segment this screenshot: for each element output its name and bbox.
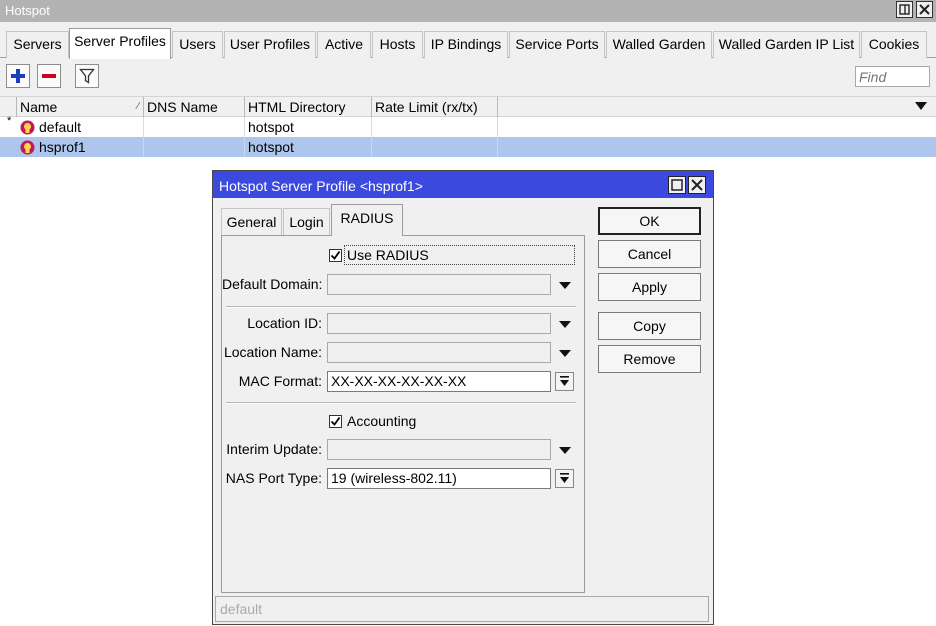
- location-name-label: Location Name:: [223, 344, 322, 360]
- mac-format-dropdown-button[interactable]: [555, 372, 574, 391]
- tab-servers[interactable]: Servers: [6, 31, 69, 58]
- tab-service-ports[interactable]: Service Ports: [509, 31, 605, 58]
- filter-icon: [79, 68, 95, 84]
- separator: [226, 306, 576, 308]
- location-id-input[interactable]: [327, 313, 551, 334]
- status-bar: default: [215, 596, 709, 622]
- use-radius-label[interactable]: Use RADIUS: [347, 247, 429, 263]
- filter-button[interactable]: [75, 64, 99, 88]
- cell-html-directory: hotspot: [245, 117, 372, 137]
- mac-format-select[interactable]: XX-XX-XX-XX-XX-XX: [327, 371, 551, 392]
- dialog-close-button[interactable]: [688, 176, 706, 194]
- tab-hosts[interactable]: Hosts: [372, 31, 423, 58]
- hotspot-profile-icon: [20, 120, 35, 135]
- default-domain-label: Default Domain:: [222, 276, 323, 292]
- default-marker: *: [7, 115, 12, 127]
- interim-update-input[interactable]: [327, 439, 551, 460]
- column-header-name[interactable]: Name ⁄: [17, 97, 144, 117]
- nas-port-type-label: NAS Port Type:: [225, 470, 322, 486]
- cell-name: default: [37, 117, 144, 137]
- checkmark-icon: [330, 250, 341, 260]
- sort-icon: ⁄: [137, 101, 139, 112]
- restore-icon: [899, 4, 910, 15]
- nas-port-type-select[interactable]: 19 (wireless-802.11): [327, 468, 551, 489]
- accounting-label[interactable]: Accounting: [347, 413, 416, 429]
- use-radius-checkbox[interactable]: [329, 249, 342, 262]
- cancel-button[interactable]: Cancel: [598, 240, 701, 268]
- default-domain-input[interactable]: [327, 274, 551, 295]
- accounting-checkbox[interactable]: [329, 415, 342, 428]
- restore-button[interactable]: [896, 1, 913, 18]
- checkmark-icon: [330, 416, 341, 426]
- cell-html-directory: hotspot: [245, 137, 372, 157]
- column-header-html-directory[interactable]: HTML Directory: [245, 97, 372, 117]
- table-header: Name ⁄ DNS Name HTML Directory Rate Limi…: [0, 96, 936, 117]
- header-marker-column: [0, 97, 17, 117]
- restore-icon: [671, 179, 683, 191]
- close-icon: [919, 4, 930, 15]
- apply-button[interactable]: Apply: [598, 273, 701, 301]
- dialog-tab-login[interactable]: Login: [283, 208, 330, 235]
- cell-dns-name: [144, 117, 245, 137]
- interim-update-label: Interim Update:: [226, 441, 322, 457]
- location-id-dropdown-icon[interactable]: [558, 320, 572, 330]
- window-titlebar: Hotspot: [0, 0, 936, 22]
- table-row-selected[interactable]: hsprof1 hotspot: [0, 137, 936, 157]
- tab-ip-bindings[interactable]: IP Bindings: [424, 31, 508, 58]
- column-header-dns-name[interactable]: DNS Name: [144, 97, 245, 117]
- cell-rate-limit: [372, 137, 498, 157]
- close-icon: [691, 179, 703, 191]
- ok-button[interactable]: OK: [598, 207, 701, 235]
- toolbar: [0, 58, 936, 96]
- copy-button[interactable]: Copy: [598, 312, 701, 340]
- location-name-input[interactable]: [327, 342, 551, 363]
- tab-user-profiles[interactable]: User Profiles: [224, 31, 316, 58]
- dropdown-arrow-icon: [560, 473, 569, 483]
- dialog-restore-button[interactable]: [668, 176, 686, 194]
- location-id-label: Location ID:: [247, 315, 322, 331]
- hotspot-profile-icon: [20, 140, 35, 155]
- dialog-title: Hotspot Server Profile <hsprof1>: [219, 178, 423, 194]
- remove-button[interactable]: [37, 64, 61, 88]
- tab-users[interactable]: Users: [172, 31, 223, 58]
- tab-walled-garden[interactable]: Walled Garden: [606, 31, 712, 58]
- remove-profile-button[interactable]: Remove: [598, 345, 701, 373]
- nas-port-type-dropdown-button[interactable]: [555, 469, 574, 488]
- tab-active[interactable]: Active: [317, 31, 371, 58]
- mac-format-label: MAC Format:: [238, 373, 322, 389]
- add-button[interactable]: [6, 64, 30, 88]
- tab-cookies[interactable]: Cookies: [861, 31, 927, 58]
- dropdown-arrow-icon: [560, 376, 569, 386]
- dialog-tab-radius[interactable]: RADIUS: [331, 204, 403, 236]
- default-domain-dropdown-icon[interactable]: [558, 281, 572, 291]
- column-header-rate-limit[interactable]: Rate Limit (rx/tx): [372, 97, 498, 117]
- location-name-dropdown-icon[interactable]: [558, 349, 572, 359]
- table-row[interactable]: * default hotspot: [0, 115, 936, 137]
- separator: [226, 402, 576, 404]
- window-title: Hotspot: [5, 3, 50, 18]
- tab-walled-garden-ip-list[interactable]: Walled Garden IP List: [713, 31, 860, 58]
- interim-update-dropdown-icon[interactable]: [558, 446, 572, 456]
- main-tabstrip: Servers Server Profiles Users User Profi…: [0, 22, 936, 59]
- cell-dns-name: [144, 137, 245, 157]
- server-profile-dialog: Hotspot Server Profile <hsprof1> General…: [212, 170, 714, 625]
- radius-panel: Use RADIUS Default Domain: Location ID: …: [221, 235, 585, 593]
- find-input[interactable]: [855, 66, 930, 87]
- close-button[interactable]: [916, 1, 933, 18]
- column-menu-icon[interactable]: [915, 102, 927, 111]
- column-header-name-label: Name: [20, 99, 58, 115]
- plus-icon: [11, 69, 25, 83]
- dialog-titlebar[interactable]: Hotspot Server Profile <hsprof1>: [213, 171, 713, 198]
- cell-rate-limit: [372, 117, 498, 137]
- cell-name: hsprof1: [37, 137, 144, 157]
- dialog-tab-general[interactable]: General: [221, 208, 282, 235]
- tab-server-profiles[interactable]: Server Profiles: [69, 28, 171, 59]
- minus-icon: [42, 74, 56, 78]
